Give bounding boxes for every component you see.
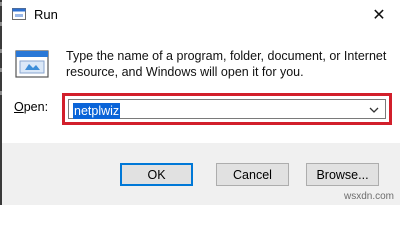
dialog-body: Type the name of a program, folder, docu… xyxy=(2,30,400,143)
open-combobox-highlight[interactable]: netplwiz xyxy=(62,93,392,125)
close-button[interactable]: ✕ xyxy=(362,0,396,30)
title-bar: Run ✕ xyxy=(2,0,400,30)
browse-button[interactable]: Browse... xyxy=(306,163,379,186)
run-app-icon xyxy=(12,8,26,20)
open-input-value[interactable]: netplwiz xyxy=(73,103,121,119)
open-label: Open: xyxy=(14,100,49,114)
chevron-down-icon[interactable] xyxy=(368,104,380,116)
run-icon xyxy=(15,50,49,78)
open-combobox[interactable]: netplwiz xyxy=(68,99,386,119)
watermark: wsxdn.com xyxy=(343,191,394,202)
cancel-button[interactable]: Cancel xyxy=(216,163,289,186)
button-bar: OK Cancel Browse... wsxdn.com xyxy=(2,143,400,205)
close-icon: ✕ xyxy=(372,7,386,24)
ok-button[interactable]: OK xyxy=(120,163,193,186)
window-title: Run xyxy=(34,7,58,22)
dialog-description: Type the name of a program, folder, docu… xyxy=(66,49,387,79)
